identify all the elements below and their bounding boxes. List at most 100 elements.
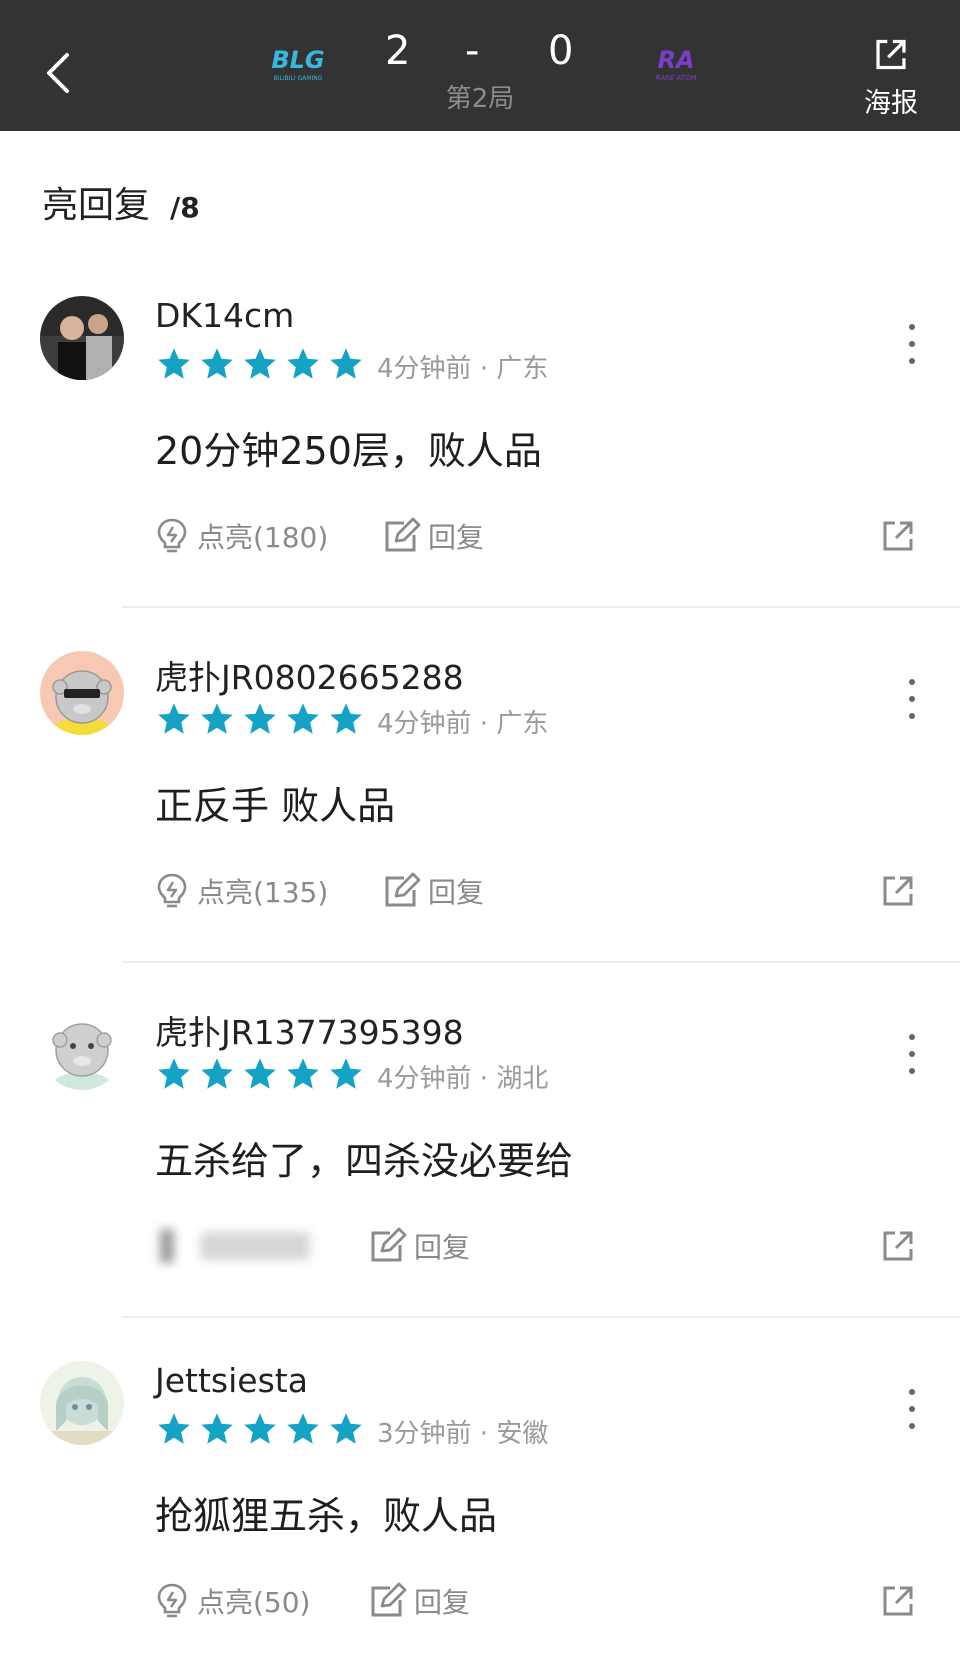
username[interactable]: DK14cm — [155, 296, 294, 335]
star-icon — [158, 348, 190, 379]
comment-meta: 4分钟前 · 湖北 — [377, 1064, 549, 1094]
star-icon — [330, 1413, 362, 1444]
edit-icon — [385, 517, 421, 552]
highlighted-replies-heading: 亮回复 /8 — [42, 176, 200, 228]
avatar[interactable] — [40, 1006, 124, 1090]
share-button[interactable] — [880, 516, 916, 556]
star-icon — [201, 1058, 233, 1089]
share-external-icon — [883, 1586, 913, 1616]
share-button[interactable] — [880, 1581, 916, 1621]
ra-logo: RA RARE ATOM — [655, 46, 696, 82]
lightbulb-icon — [157, 873, 187, 908]
star-icon — [287, 703, 319, 734]
top-bar: BLG BILIBILI GAMING 2 - 0 第2局 RA RARE AT… — [0, 0, 960, 131]
team-left-logo[interactable]: BLG BILIBILI GAMING — [255, 42, 341, 86]
more-options-button[interactable] — [900, 679, 924, 719]
share-external-icon — [883, 876, 913, 906]
reply-label: 回复 — [414, 1586, 471, 1619]
share-external-icon — [883, 521, 913, 551]
default-avatar-icon — [40, 651, 124, 735]
comment-text: 五杀给了，四杀没必要给 — [155, 1139, 574, 1183]
share-button[interactable] — [880, 1226, 916, 1266]
section-title: 亮回复 — [42, 185, 151, 226]
reply-label: 回复 — [414, 1231, 471, 1264]
team-right-logo-sub: RARE ATOM — [655, 74, 696, 82]
team-right-logo[interactable]: RA RARE ATOM — [640, 42, 712, 86]
star-icon — [244, 1413, 276, 1444]
comment-meta: 4分钟前 · 广东 — [377, 709, 549, 739]
team-left-score: 2 — [385, 28, 411, 74]
comment-text: 正反手 败人品 — [155, 784, 396, 828]
comment-meta: 4分钟前 · 广东 — [377, 354, 549, 384]
section-count: /8 — [170, 191, 200, 224]
star-icon — [201, 1413, 233, 1444]
star-icon — [158, 703, 190, 734]
comment-text: 抢狐狸五杀，败人品 — [155, 1494, 498, 1538]
reply-label: 回复 — [428, 876, 485, 909]
avatar[interactable] — [40, 651, 124, 735]
light-up-label: 点亮(50) — [197, 1586, 311, 1619]
light-up-label: 点亮(180) — [197, 521, 329, 554]
rating-stars — [155, 344, 370, 384]
edit-icon — [385, 872, 421, 907]
comment-text: 20分钟250层，败人品 — [155, 429, 542, 473]
avatar-photo-icon — [40, 296, 124, 380]
reply-button[interactable]: 回复 — [382, 871, 484, 911]
username[interactable]: Jettsiesta — [155, 1361, 308, 1400]
edit-icon — [371, 1227, 407, 1262]
star-icon — [244, 703, 276, 734]
avatar[interactable] — [40, 296, 124, 380]
star-icon — [244, 1058, 276, 1089]
star-icon — [158, 1058, 190, 1089]
divider — [122, 961, 960, 963]
rating-stars — [155, 699, 370, 739]
comment-item: 虎扑JR1377395398 4分钟前 · 湖北 五杀给了，四杀没必要给 回复 — [0, 1006, 960, 1362]
poster-button[interactable]: 海报 — [858, 36, 924, 120]
team-right-logo-text: RA — [657, 46, 694, 74]
poster-label: 海报 — [864, 88, 918, 119]
lightbulb-icon — [157, 1583, 187, 1618]
star-icon — [287, 1058, 319, 1089]
rating-stars — [155, 1054, 370, 1094]
rating-stars — [155, 1409, 370, 1449]
star-icon — [287, 348, 319, 379]
username[interactable]: 虎扑JR1377395398 — [155, 1006, 464, 1054]
star-icon — [201, 348, 233, 379]
reply-button[interactable]: 回复 — [368, 1226, 470, 1266]
username[interactable]: 虎扑JR0802665288 — [155, 651, 464, 699]
divider — [122, 1316, 960, 1318]
reply-button[interactable]: 回复 — [368, 1581, 470, 1621]
score-separator: - — [465, 28, 480, 74]
chevron-left-icon — [47, 53, 69, 93]
lightbulb-icon — [157, 518, 187, 553]
share-external-icon — [876, 39, 906, 70]
default-avatar-icon — [40, 1006, 124, 1090]
more-options-button[interactable] — [900, 1034, 924, 1074]
light-up-button[interactable]: 点亮(50) — [155, 1581, 310, 1621]
share-external-icon — [883, 1231, 913, 1261]
reply-button[interactable]: 回复 — [382, 516, 484, 556]
team-left-logo-text: BLG — [271, 46, 324, 74]
star-icon — [244, 348, 276, 379]
light-up-label: 点亮(135) — [197, 876, 329, 909]
game-number-label: 第2局 — [445, 84, 515, 114]
star-icon — [330, 348, 362, 379]
light-up-button[interactable]: 点亮(180) — [155, 516, 328, 556]
comment-item: Jettsiesta 3分钟前 · 安徽 抢狐狸五杀，败人品 点亮(50) 回复 — [0, 1361, 960, 1670]
share-button[interactable] — [880, 871, 916, 911]
light-up-button[interactable]: 点亮(135) — [155, 871, 328, 911]
blg-logo: BLG BILIBILI GAMING — [271, 46, 324, 82]
more-options-button[interactable] — [900, 324, 924, 364]
anime-avatar-icon — [40, 1361, 124, 1445]
reply-label: 回复 — [428, 521, 485, 554]
back-button[interactable] — [38, 48, 78, 98]
team-left-logo-sub: BILIBILI GAMING — [274, 75, 323, 82]
star-icon — [158, 1413, 190, 1444]
comment-item: 虎扑JR0802665288 4分钟前 · 广东 正反手 败人品 点亮(135)… — [0, 651, 960, 1007]
light-up-button-blurred[interactable] — [160, 1228, 320, 1264]
edit-icon — [371, 1582, 407, 1617]
more-options-button[interactable] — [900, 1389, 924, 1429]
star-icon — [330, 703, 362, 734]
comment-meta: 3分钟前 · 安徽 — [377, 1419, 549, 1449]
avatar[interactable] — [40, 1361, 124, 1445]
